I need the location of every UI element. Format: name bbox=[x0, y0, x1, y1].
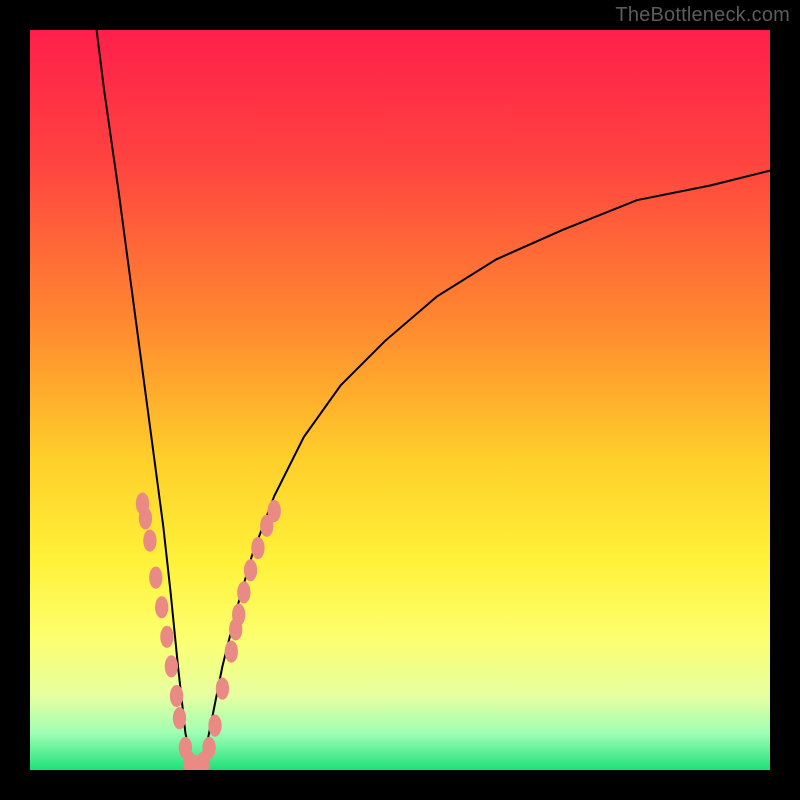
marker-dot bbox=[139, 507, 152, 529]
marker-dot bbox=[143, 530, 156, 552]
marker-dot bbox=[237, 581, 250, 603]
chart-frame: TheBottleneck.com bbox=[0, 0, 800, 800]
marker-dot bbox=[165, 655, 178, 677]
marker-dot bbox=[160, 626, 173, 648]
marker-dot bbox=[170, 685, 183, 707]
bottleneck-curve bbox=[97, 30, 770, 770]
curve-layer bbox=[30, 30, 770, 770]
marker-dot bbox=[208, 715, 221, 737]
watermark-text: TheBottleneck.com bbox=[615, 4, 790, 27]
marker-dot bbox=[232, 604, 245, 626]
marker-dot bbox=[244, 559, 257, 581]
marker-dot bbox=[225, 641, 238, 663]
marker-dot bbox=[173, 707, 186, 729]
marker-dot bbox=[268, 500, 281, 522]
marker-dot bbox=[202, 737, 215, 759]
marker-dot bbox=[251, 537, 264, 559]
plot-area bbox=[30, 30, 770, 770]
marker-dot bbox=[216, 678, 229, 700]
marker-dot bbox=[149, 567, 162, 589]
marker-dot bbox=[155, 596, 168, 618]
